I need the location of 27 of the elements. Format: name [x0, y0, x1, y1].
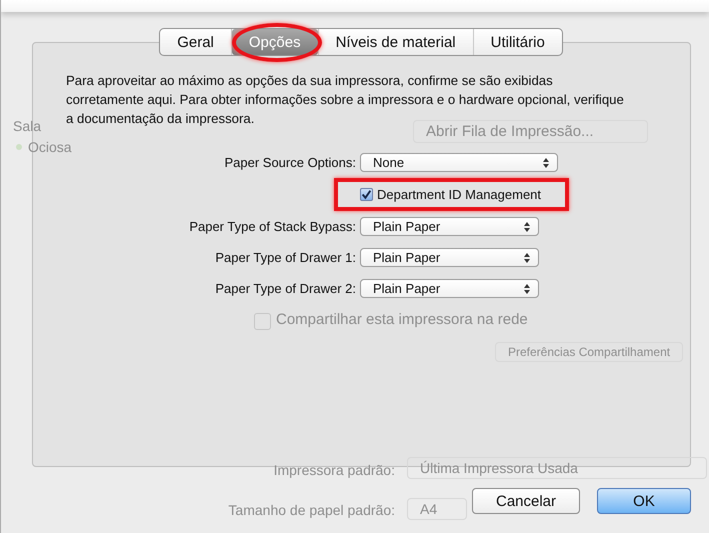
cancel-button[interactable]: Cancelar [472, 488, 580, 514]
checkbox-label: Compartilhar esta impressora na rede [276, 311, 528, 328]
ok-button[interactable]: OK [597, 488, 691, 514]
field-label: Impressora padrão: [274, 462, 395, 478]
field-label: Tamanho de papel padrão: [228, 502, 395, 518]
checkbox[interactable] [360, 188, 373, 201]
checkbox-label: Department ID Management [377, 187, 542, 202]
sidebar-item: Ociosa [28, 139, 72, 155]
up-down-arrows-icon [543, 158, 549, 168]
up-down-arrows-icon [524, 222, 530, 232]
field-label: Paper Source Options: [223, 155, 356, 170]
popup-menu: A4 [407, 498, 467, 520]
field-label: Paper Type of Stack Bypass: [188, 219, 356, 234]
field-label: Paper Type of Drawer 2: [214, 281, 356, 296]
field-label: Paper Type of Drawer 1: [214, 250, 356, 265]
sidebar-item: Sala [13, 118, 42, 134]
popup-menu[interactable]: Plain Paper [360, 217, 539, 236]
popup-menu[interactable]: Plain Paper [360, 248, 539, 267]
popup-menu[interactable]: None [360, 153, 558, 172]
up-down-arrows-icon [524, 284, 530, 294]
popup-menu: Última Impressora Usada [407, 457, 707, 479]
status-dot-icon [16, 144, 22, 150]
up-down-arrows-icon [524, 252, 530, 262]
popup-menu[interactable]: Plain Paper [360, 279, 539, 298]
tab[interactable]: Níveis de material [318, 29, 473, 55]
tab[interactable]: Geral [160, 29, 231, 55]
tab[interactable]: Utilitário [474, 29, 562, 55]
